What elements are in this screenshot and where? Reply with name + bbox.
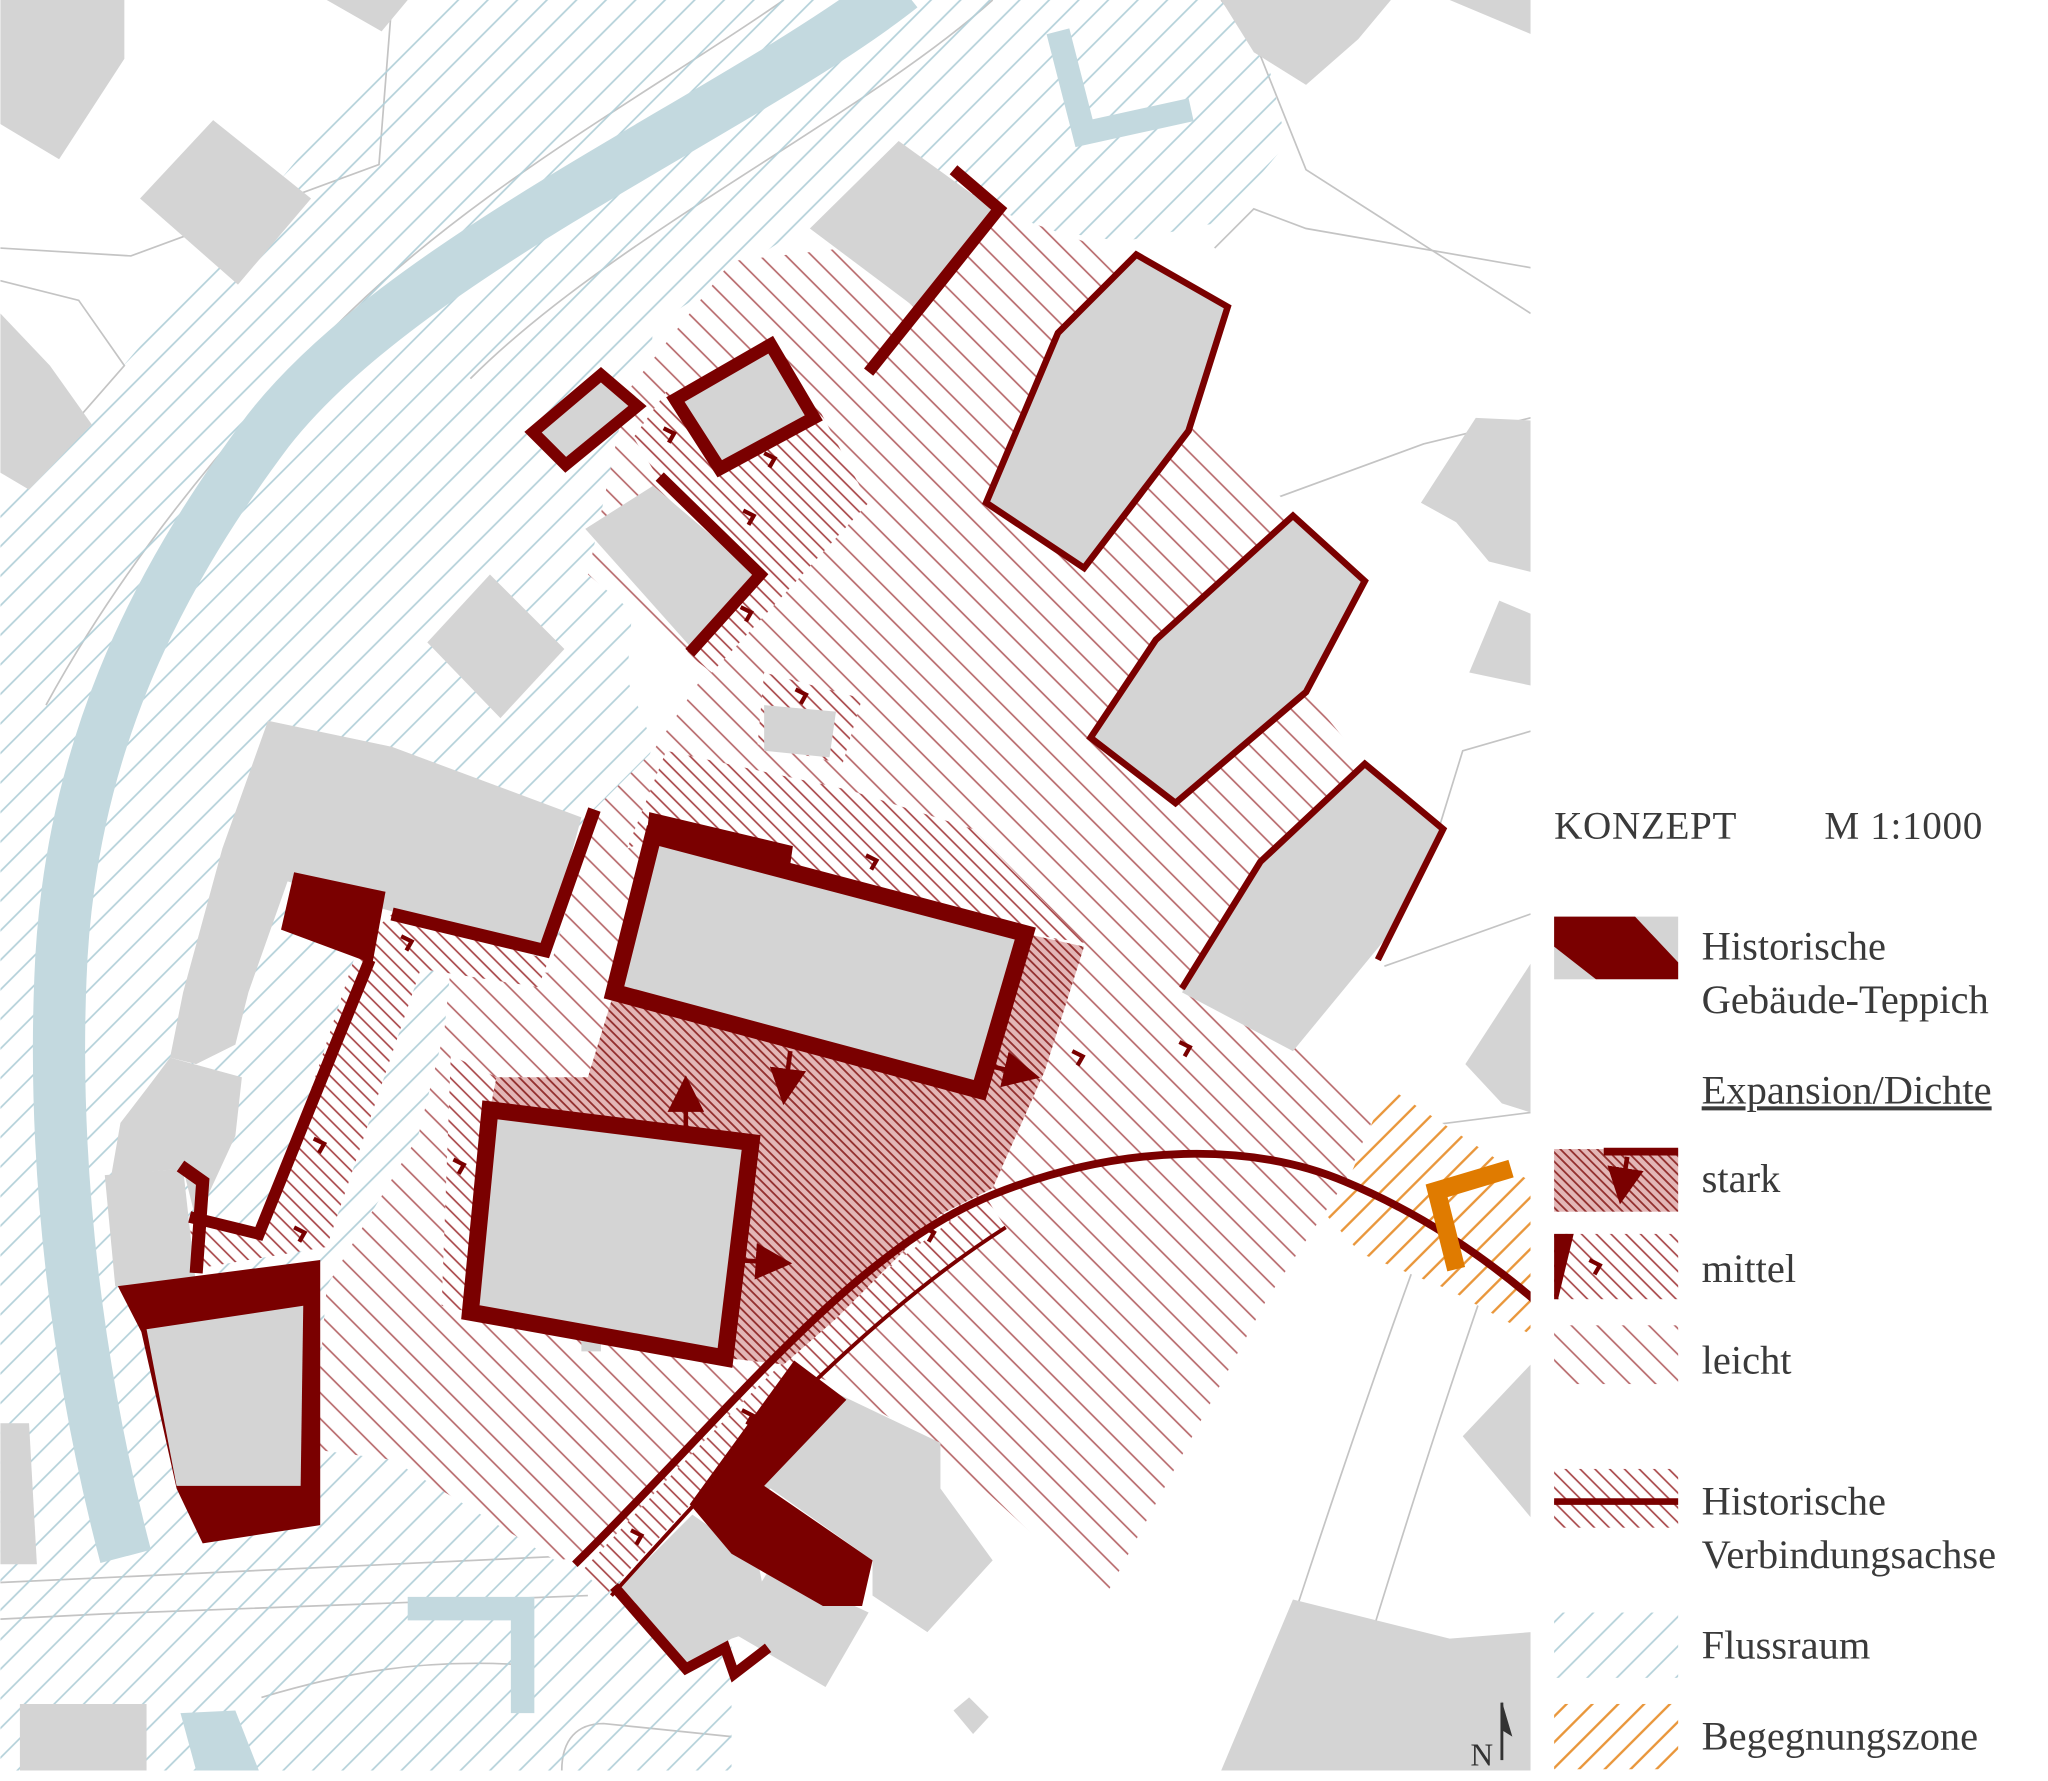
north-label: N (1471, 1737, 1494, 1772)
legend-heading-expansion: Expansion/Dichte (1702, 1067, 1992, 1112)
expansion-arrow-strong (733, 1243, 793, 1280)
legend-label: mittel (1702, 1246, 1796, 1291)
legend-label: leicht (1702, 1338, 1792, 1383)
concept-map-figure: N KONZEPT M 1:1000 Historische Gebäude-T… (0, 0, 2048, 1781)
building (19, 1703, 147, 1771)
legend-label: Verbindungsachse (1702, 1532, 1996, 1577)
legend-label: Begegnungszone (1702, 1714, 1978, 1759)
legend-label: Historische (1702, 924, 1886, 969)
legend-swatch-stark (1554, 1149, 1679, 1212)
legend-label: Gebäude-Teppich (1702, 977, 1989, 1022)
legend-label: Historische (1702, 1479, 1886, 1524)
legend-swatch-begegnungszone (1554, 1703, 1679, 1770)
legend-title: KONZEPT (1554, 804, 1737, 847)
legend-swatch-leicht (1554, 1325, 1679, 1385)
legend-swatch-flussraum (1554, 1612, 1679, 1678)
legend-swatch-mittel (1554, 1233, 1679, 1300)
building (764, 705, 836, 758)
legend-label: stark (1702, 1156, 1781, 1201)
legend-label: Flussraum (1702, 1622, 1871, 1667)
building (104, 1168, 197, 1287)
legend-scale: M 1:1000 (1824, 804, 1983, 847)
historic-building-b (461, 1100, 761, 1368)
